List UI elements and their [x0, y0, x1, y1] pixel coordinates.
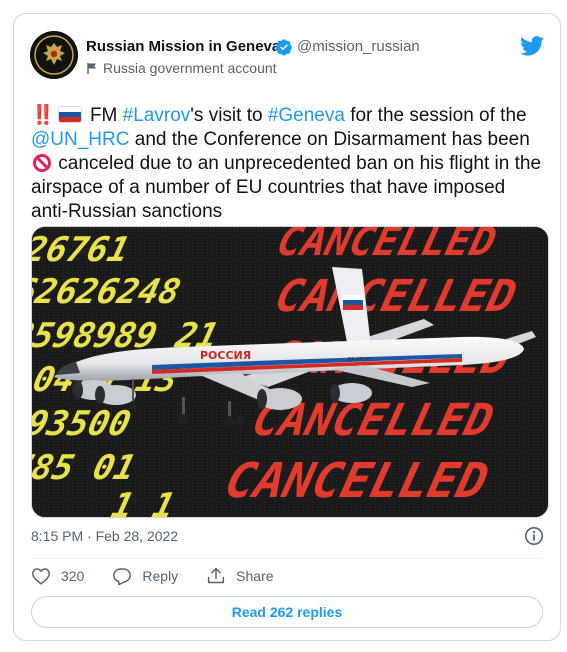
aircraft-lettering: РОССИЯ — [200, 349, 251, 362]
board-number: 1 1 — [107, 486, 178, 517]
divider — [31, 558, 543, 559]
tweet-text-part: 's visit to — [190, 105, 268, 126]
prohibited-icon — [33, 154, 51, 172]
tweet-text-part: for the session of the — [344, 105, 527, 126]
like-count: 320 — [61, 568, 85, 584]
tweet-text-part: and the Conference on Disarmament has be… — [129, 129, 530, 150]
cancelled-board-image: 26761 62626248 8598989 21 0419 13 393500… — [32, 227, 548, 517]
account-name[interactable]: Russian Mission in Geneva — [86, 38, 280, 55]
lavrov-hashtag-link[interactable]: #Lavrov — [123, 105, 191, 126]
share-icon — [208, 567, 225, 584]
board-cancelled: CANCELLED — [220, 454, 494, 509]
board-number: 62626248 — [32, 272, 184, 311]
government-label-text: Russia government account — [103, 60, 277, 76]
tweet-card: Russian Mission in Geneva @mission_russi… — [13, 13, 561, 641]
twitter-logo-icon[interactable] — [520, 36, 544, 56]
like-button[interactable]: 320 — [31, 567, 84, 585]
verified-badge-icon — [275, 39, 292, 56]
heart-icon — [32, 568, 50, 585]
russian-emblem-icon — [30, 31, 78, 79]
share-button[interactable]: Share — [206, 567, 274, 585]
board-number: 393500 — [32, 404, 135, 443]
tweet-text-part: FM — [84, 105, 123, 126]
read-replies-button[interactable]: Read 262 replies — [31, 596, 543, 628]
tweet-timestamp[interactable]: 8:15 PM · Feb 28, 2022 — [31, 528, 178, 544]
russia-flag-icon — [58, 107, 81, 122]
board-number: 785 01 — [32, 448, 140, 487]
flag-icon — [87, 63, 96, 74]
double-exclamation-icon: ‼️ — [31, 105, 55, 126]
account-handle[interactable]: @mission_russian — [297, 38, 420, 55]
tweet-actions: 320 Reply Share — [31, 566, 302, 586]
share-label: Share — [236, 568, 274, 584]
board-cancelled: CANCELLED — [273, 227, 501, 265]
info-icon[interactable] — [524, 526, 544, 546]
un-hrc-mention-link[interactable]: @UN_HRC — [31, 129, 129, 150]
tweet-image[interactable]: 26761 62626248 8598989 21 0419 13 393500… — [31, 226, 549, 518]
avatar[interactable] — [30, 31, 78, 79]
geneva-hashtag-link[interactable]: #Geneva — [268, 105, 345, 126]
aircraft-tail-code: RA-96020 — [348, 357, 372, 363]
reply-label: Reply — [142, 568, 179, 584]
reply-icon — [113, 568, 132, 585]
government-label: Russia government account — [86, 60, 277, 76]
tweet-text: ‼️ FM #Lavrov's visit to #Geneva for the… — [31, 104, 547, 224]
board-cancelled: CANCELLED — [270, 271, 521, 322]
tweet-text-part: canceled due to an unprecedented ban on … — [31, 153, 542, 222]
reply-button[interactable]: Reply — [112, 567, 178, 585]
board-number: 26761 — [32, 230, 133, 269]
